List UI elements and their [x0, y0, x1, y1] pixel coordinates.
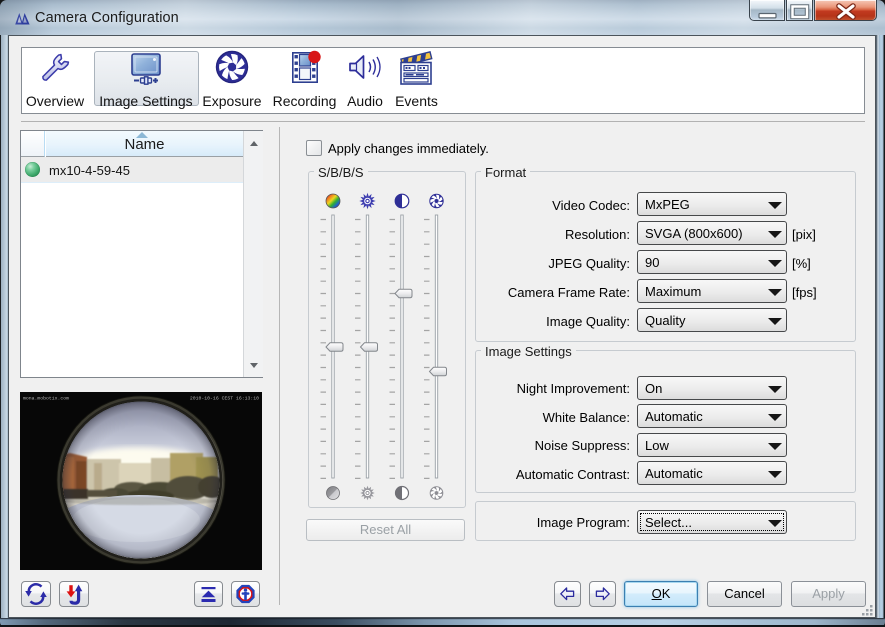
svg-text:mona.mobotix.com: mona.mobotix.com: [23, 396, 69, 402]
svg-text:2010-10-16 CEST 16:13:10: 2010-10-16 CEST 16:13:10: [190, 396, 259, 402]
